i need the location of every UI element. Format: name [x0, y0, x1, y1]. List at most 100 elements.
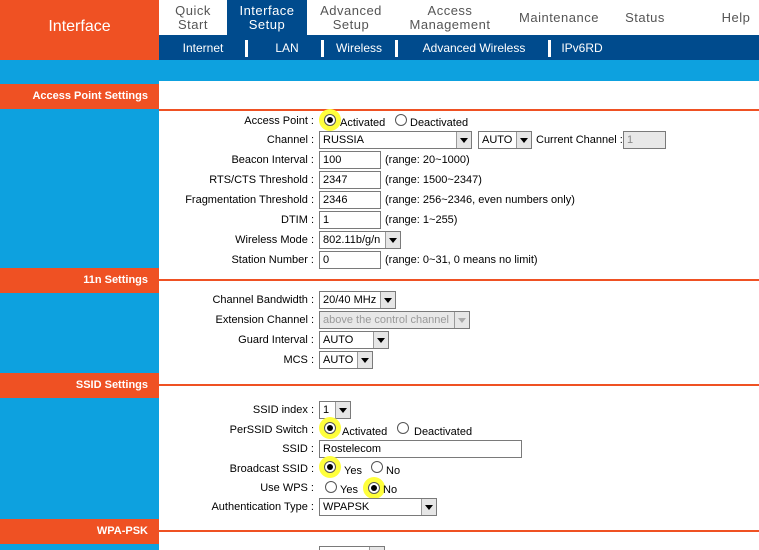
subnav-wireless[interactable]: Wireless [324, 35, 394, 60]
use-wps-yes-label: Yes [340, 484, 358, 496]
top-navigation: Quick Start Interface Setup Advanced Set… [159, 0, 759, 35]
perssid-switch-label: PerSSID Switch : [229, 424, 314, 436]
nav-access-management[interactable]: Access Management [395, 0, 505, 35]
section-access-point-settings: Access Point Settings [0, 84, 159, 109]
extension-channel-select: above the control channel [319, 311, 470, 329]
use-wps-no-label: No [383, 484, 398, 496]
channel-bandwidth-select[interactable]: 20/40 MHz [319, 291, 396, 309]
guard-interval-value: AUTO [323, 334, 354, 346]
current-channel-label: Current Channel : [536, 134, 623, 146]
dtim-label: DTIM : [281, 214, 314, 226]
dtim-input[interactable]: 1 [319, 211, 381, 229]
wireless-mode-select[interactable]: 802.11b/g/n [319, 231, 401, 249]
perssid-deactivated-radio[interactable] [397, 422, 409, 434]
nav-interface-setup[interactable]: Interface Setup [227, 0, 307, 35]
use-wps-label: Use WPS : [260, 482, 314, 494]
nav-help[interactable]: Help [707, 0, 759, 35]
chevron-down-icon [385, 232, 400, 248]
section-divider [159, 530, 759, 532]
section-wpa-psk: WPA-PSK [0, 519, 159, 544]
extension-channel-label: Extension Channel : [215, 314, 314, 326]
ssid-index-select[interactable]: 1 [319, 401, 351, 419]
dtim-range: (range: 1~255) [385, 214, 458, 226]
authentication-type-select[interactable]: WPAPSK [319, 498, 437, 516]
chevron-down-icon [335, 402, 350, 418]
sub-navigation: Internet LAN Wireless Advanced Wireless … [159, 35, 759, 60]
chevron-down-icon [454, 312, 469, 328]
station-number-input[interactable]: 0 [319, 251, 381, 269]
channel-bandwidth-value: 20/40 MHz [323, 294, 377, 306]
left-column [0, 81, 159, 550]
station-number-label: Station Number : [231, 254, 314, 266]
access-point-label: Access Point : [244, 115, 314, 127]
guard-interval-select[interactable]: AUTO [319, 331, 389, 349]
channel-bandwidth-label: Channel Bandwidth : [212, 294, 314, 306]
subnav-ipv6rd[interactable]: IPv6RD [551, 35, 613, 60]
broadcast-ssid-no-label: No [386, 465, 401, 477]
access-point-deactivated-radio[interactable] [395, 114, 407, 126]
section-divider [159, 384, 759, 386]
section-divider [159, 109, 759, 111]
ssid-input[interactable]: Rostelecom [319, 440, 522, 458]
nav-status[interactable]: Status [613, 0, 677, 35]
broadcast-ssid-yes-label: Yes [344, 465, 362, 477]
nav-advanced-setup[interactable]: Advanced Setup [307, 0, 395, 35]
perssid-deactivated-label: Deactivated [414, 426, 473, 438]
broadcast-ssid-no-radio[interactable] [371, 461, 383, 473]
chevron-down-icon [357, 352, 372, 368]
wpa-encryption-select[interactable] [319, 546, 385, 550]
perssid-activated-radio[interactable] [324, 422, 336, 434]
brand-logo: Interface [0, 0, 159, 60]
rts-threshold-label: RTS/CTS Threshold : [209, 174, 314, 186]
router-config-page: Interface Quick Start Interface Setup Ad… [0, 0, 759, 550]
channel-value: AUTO [482, 134, 513, 146]
beacon-interval-label: Beacon Interval : [231, 154, 314, 166]
access-point-activated-label: Activated [340, 117, 386, 129]
fragmentation-threshold-label: Fragmentation Threshold : [185, 194, 314, 206]
station-number-range: (range: 0~31, 0 means no limit) [385, 254, 538, 266]
use-wps-no-radio[interactable] [368, 482, 380, 494]
guard-interval-label: Guard Interval : [238, 334, 314, 346]
section-divider [159, 279, 759, 281]
chevron-down-icon [516, 132, 531, 148]
mcs-select[interactable]: AUTO [319, 351, 373, 369]
nav-quick-start[interactable]: Quick Start [159, 0, 227, 35]
chevron-down-icon [373, 332, 388, 348]
ssid-label: SSID : [282, 443, 314, 455]
channel-select[interactable]: AUTO [478, 131, 532, 149]
perssid-activated-label: Activated [342, 426, 388, 438]
mcs-value: AUTO [323, 354, 354, 366]
chevron-down-icon [456, 132, 471, 148]
wireless-mode-label: Wireless Mode : [235, 234, 314, 246]
wireless-mode-value: 802.11b/g/n [323, 234, 381, 246]
fragmentation-threshold-range: (range: 256~2346, even numbers only) [385, 194, 575, 206]
mcs-label: MCS : [283, 354, 314, 366]
access-point-deactivated-label: Deactivated [410, 117, 469, 129]
chevron-down-icon [421, 499, 436, 515]
extension-channel-value: above the control channel [323, 314, 449, 326]
subnav-internet[interactable]: Internet [159, 35, 247, 60]
header-blue-bar [0, 60, 759, 81]
channel-country-select[interactable]: RUSSIA [319, 131, 472, 149]
authentication-type-label: Authentication Type : [211, 501, 314, 513]
rts-threshold-range: (range: 1500~2347) [385, 174, 482, 186]
rts-threshold-input[interactable]: 2347 [319, 171, 381, 189]
beacon-interval-range: (range: 20~1000) [385, 154, 470, 166]
authentication-type-value: WPAPSK [323, 501, 370, 513]
broadcast-ssid-label: Broadcast SSID : [229, 463, 314, 475]
section-11n-settings: 11n Settings [0, 268, 159, 293]
chevron-down-icon [380, 292, 395, 308]
ssid-index-label: SSID index : [252, 404, 314, 416]
access-point-activated-radio[interactable] [324, 114, 336, 126]
ssid-index-value: 1 [323, 404, 330, 416]
beacon-interval-input[interactable]: 100 [319, 151, 381, 169]
fragmentation-threshold-input[interactable]: 2346 [319, 191, 381, 209]
subnav-advanced-wireless[interactable]: Advanced Wireless [398, 35, 550, 60]
nav-maintenance[interactable]: Maintenance [505, 0, 613, 35]
channel-country-value: RUSSIA [323, 134, 364, 146]
subnav-lan[interactable]: LAN [248, 35, 326, 60]
current-channel-field: 1 [623, 131, 666, 149]
use-wps-yes-radio[interactable] [325, 481, 337, 493]
broadcast-ssid-yes-radio[interactable] [324, 461, 336, 473]
channel-label: Channel : [266, 134, 314, 146]
